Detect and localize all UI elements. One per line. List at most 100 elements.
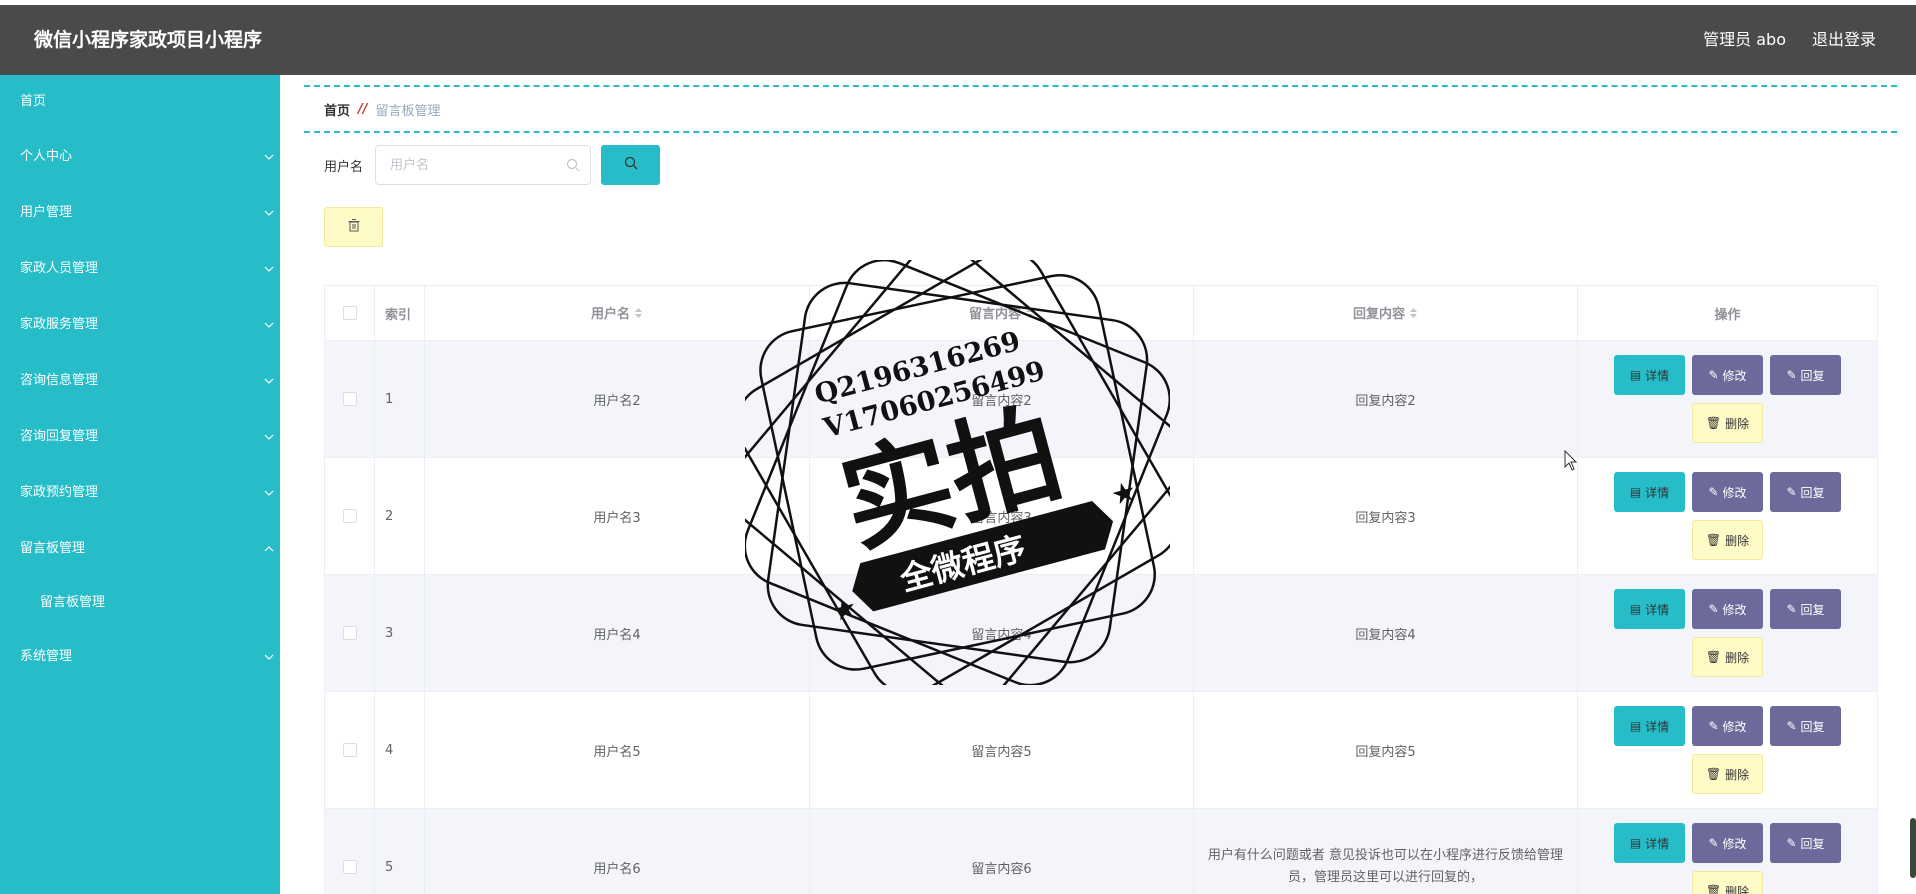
column-header-reply[interactable]: 回复内容 bbox=[1193, 285, 1578, 341]
column-header-label: 留言内容 bbox=[968, 307, 1021, 323]
table-row: 3 用户名4 留言内容4 回复内容4 ▤ 详情 ✎ 修改 ✎ 回复 🗑 删除 bbox=[324, 574, 1878, 692]
detail-button[interactable]: ▤ 详情 bbox=[1614, 472, 1685, 512]
sidebar-subitem-message-board[interactable]: 留言板管理 bbox=[0, 577, 280, 629]
cell-reply: 用户有什么问题或者 意见投诉也可以在小程序进行反馈给管理员，管理员这里可以进行回… bbox=[1193, 808, 1578, 894]
row-checkbox[interactable] bbox=[324, 574, 375, 692]
cell-reply: 回复内容2 bbox=[1193, 340, 1578, 458]
cell-index: 1 bbox=[374, 340, 425, 458]
chevron-down-icon bbox=[264, 465, 274, 521]
sort-icon bbox=[634, 307, 643, 323]
button-label: 详情 bbox=[1645, 836, 1670, 851]
button-label: 修改 bbox=[1722, 836, 1747, 851]
cell-actions: ▤ 详情 ✎ 修改 ✎ 回复 🗑 删除 bbox=[1577, 340, 1878, 458]
cell-reply: 回复内容5 bbox=[1193, 691, 1578, 809]
column-header-actions: 操作 bbox=[1577, 285, 1878, 341]
search-input[interactable] bbox=[376, 146, 591, 184]
sidebar-item-appointment[interactable]: 家政预约管理 bbox=[0, 465, 280, 521]
delete-button[interactable]: 🗑 删除 bbox=[1692, 637, 1763, 677]
breadcrumb: 首页 // 留言板管理 bbox=[304, 85, 1897, 133]
button-label: 删除 bbox=[1725, 767, 1750, 782]
sidebar-item-label: 用户管理 bbox=[20, 205, 73, 220]
sidebar-item-consult-info[interactable]: 咨询信息管理 bbox=[0, 353, 280, 409]
trash-icon: 🗑 bbox=[1705, 884, 1722, 894]
edit-button[interactable]: ✎ 修改 bbox=[1692, 472, 1763, 512]
chevron-down-icon bbox=[264, 409, 274, 465]
sidebar-item-system[interactable]: 系统管理 bbox=[0, 629, 280, 685]
delete-button[interactable]: 🗑 删除 bbox=[1692, 754, 1763, 794]
sidebar-item-housekeeper-management[interactable]: 家政人员管理 bbox=[0, 241, 280, 297]
button-label: 删除 bbox=[1725, 416, 1750, 431]
chevron-down-icon bbox=[264, 185, 274, 241]
search-icon bbox=[566, 158, 580, 176]
sidebar-item-label: 家政服务管理 bbox=[20, 317, 99, 332]
button-label: 回复 bbox=[1800, 719, 1825, 734]
pencil-icon: ✎ bbox=[1786, 485, 1797, 499]
select-all-checkbox[interactable] bbox=[324, 285, 375, 341]
row-checkbox[interactable] bbox=[324, 457, 375, 575]
column-header-user[interactable]: 用户名 bbox=[424, 285, 810, 341]
row-checkbox[interactable] bbox=[324, 691, 375, 809]
doc-icon: ▤ bbox=[1629, 602, 1642, 616]
batch-delete-button[interactable] bbox=[324, 207, 383, 247]
pencil-icon: ✎ bbox=[1786, 836, 1797, 850]
cell-actions: ▤ 详情 ✎ 修改 ✎ 回复 🗑 删除 bbox=[1577, 574, 1878, 692]
pencil-icon: ✎ bbox=[1708, 602, 1719, 616]
delete-button[interactable]: 🗑 删除 bbox=[1692, 871, 1763, 894]
edit-button[interactable]: ✎ 修改 bbox=[1692, 706, 1763, 746]
cell-actions: ▤ 详情 ✎ 修改 ✎ 回复 🗑 删除 bbox=[1577, 691, 1878, 809]
column-header-message[interactable]: 留言内容 bbox=[809, 285, 1194, 341]
sidebar-item-consult-reply[interactable]: 咨询回复管理 bbox=[0, 409, 280, 465]
detail-button[interactable]: ▤ 详情 bbox=[1614, 355, 1685, 395]
pencil-icon: ✎ bbox=[1786, 602, 1797, 616]
edit-button[interactable]: ✎ 修改 bbox=[1692, 823, 1763, 863]
row-checkbox[interactable] bbox=[324, 808, 375, 894]
row-checkbox[interactable] bbox=[324, 340, 375, 458]
cell-user: 用户名5 bbox=[424, 691, 810, 809]
button-label: 删除 bbox=[1725, 650, 1750, 665]
doc-icon: ▤ bbox=[1629, 368, 1642, 382]
sidebar-item-label: 留言板管理 bbox=[40, 595, 106, 610]
trash-icon: 🗑 bbox=[1705, 650, 1722, 664]
detail-button[interactable]: ▤ 详情 bbox=[1614, 823, 1685, 863]
sidebar-item-service-management[interactable]: 家政服务管理 bbox=[0, 297, 280, 353]
top-bar: 微信小程序家政项目小程序 管理员 abo 退出登录 bbox=[0, 5, 1916, 75]
sidebar-item-label: 个人中心 bbox=[20, 149, 73, 164]
sidebar-item-home[interactable]: 首页 bbox=[0, 75, 280, 129]
table-row: 4 用户名5 留言内容5 回复内容5 ▤ 详情 ✎ 修改 ✎ 回复 🗑 删除 bbox=[324, 691, 1878, 809]
search-label: 用户名 bbox=[324, 159, 364, 175]
cell-index: 2 bbox=[374, 457, 425, 575]
cell-user: 用户名2 bbox=[424, 340, 810, 458]
button-label: 修改 bbox=[1722, 485, 1747, 500]
delete-button[interactable]: 🗑 删除 bbox=[1692, 403, 1763, 443]
table-row: 2 用户名3 留言内容3 回复内容3 ▤ 详情 ✎ 修改 ✎ 回复 🗑 删除 bbox=[324, 457, 1878, 575]
scrollbar-thumb[interactable] bbox=[1910, 818, 1916, 878]
delete-button[interactable]: 🗑 删除 bbox=[1692, 520, 1763, 560]
mouse-cursor-icon bbox=[1564, 450, 1578, 471]
message-table: 索引 用户名 留言内容 回复内容 操作 1 用户名2 留言内容 2 回复内容2 ▤… bbox=[324, 285, 1878, 894]
edit-button[interactable]: ✎ 修改 bbox=[1692, 589, 1763, 629]
reply-button[interactable]: ✎ 回复 bbox=[1770, 706, 1841, 746]
detail-button[interactable]: ▤ 详情 bbox=[1614, 706, 1685, 746]
reply-button[interactable]: ✎ 回复 bbox=[1770, 355, 1841, 395]
reply-button[interactable]: ✎ 回复 bbox=[1770, 823, 1841, 863]
sidebar-item-message-board[interactable]: 留言板管理 bbox=[0, 521, 280, 577]
logout-button[interactable]: 退出登录 bbox=[1812, 5, 1876, 75]
reply-button[interactable]: ✎ 回复 bbox=[1770, 589, 1841, 629]
search-row: 用户名 bbox=[324, 145, 1877, 185]
sidebar-item-user-management[interactable]: 用户管理 bbox=[0, 185, 280, 241]
reply-button[interactable]: ✎ 回复 bbox=[1770, 472, 1841, 512]
edit-button[interactable]: ✎ 修改 bbox=[1692, 355, 1763, 395]
content: 用户名 索引 用户名 留言内容 回复内容 bbox=[324, 145, 1878, 894]
button-label: 删除 bbox=[1725, 533, 1750, 548]
chevron-up-icon bbox=[264, 521, 274, 577]
detail-button[interactable]: ▤ 详情 bbox=[1614, 589, 1685, 629]
search-button[interactable] bbox=[601, 145, 661, 185]
breadcrumb-home[interactable]: 首页 bbox=[324, 100, 350, 119]
table-header-row: 索引 用户名 留言内容 回复内容 操作 bbox=[324, 285, 1878, 341]
button-label: 回复 bbox=[1800, 836, 1825, 851]
cell-reply: 回复内容4 bbox=[1193, 574, 1578, 692]
sidebar-item-personal-center[interactable]: 个人中心 bbox=[0, 129, 280, 185]
pencil-icon: ✎ bbox=[1708, 836, 1719, 850]
button-label: 修改 bbox=[1722, 719, 1747, 734]
cell-actions: ▤ 详情 ✎ 修改 ✎ 回复 🗑 删除 bbox=[1577, 457, 1878, 575]
